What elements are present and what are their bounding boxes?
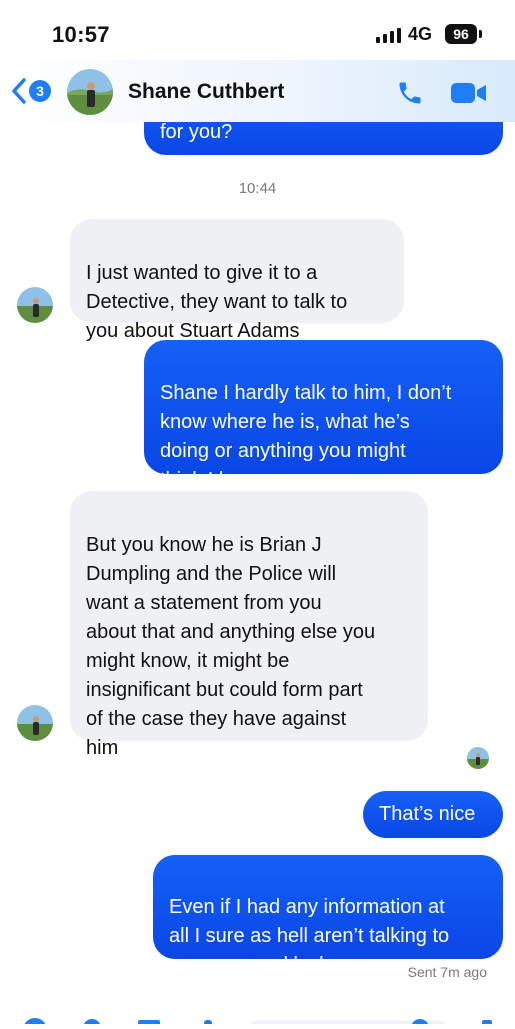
message-incoming[interactable]: But you know he is Brian J Dumpling and … bbox=[70, 491, 428, 759]
contact-name[interactable]: Shane Cuthbert bbox=[128, 80, 284, 104]
message-text: for you? bbox=[160, 121, 233, 143]
network-type: 4G bbox=[408, 24, 433, 44]
like-icon bbox=[482, 1020, 492, 1029]
composer-toolbar bbox=[0, 1010, 515, 1029]
video-camera-icon[interactable] bbox=[451, 82, 487, 104]
message-outgoing[interactable]: That’s nice bbox=[363, 791, 503, 838]
plus-icon bbox=[23, 1018, 47, 1029]
status-bar: 10:57 4G 96 bbox=[0, 0, 515, 60]
status-time: 10:57 bbox=[52, 22, 110, 47]
message-text: That’s nice bbox=[379, 803, 476, 825]
message-timestamp: 10:44 bbox=[238, 180, 277, 197]
chevron-left-icon bbox=[12, 78, 26, 104]
message-incoming[interactable]: I just wanted to give it to a Detective,… bbox=[70, 219, 404, 342]
message-text: I just wanted to give it to a Detective,… bbox=[86, 262, 348, 342]
signal-icon bbox=[376, 28, 401, 43]
read-receipt-avatar bbox=[467, 747, 489, 769]
avatar[interactable] bbox=[17, 287, 53, 323]
message-text: But you know he is Brian J Dumpling and … bbox=[86, 534, 376, 759]
phone-icon[interactable] bbox=[396, 79, 424, 107]
image-icon bbox=[138, 1020, 160, 1029]
message-outgoing[interactable]: Shane I hardly talk to him, I don’t know… bbox=[144, 340, 503, 491]
camera-icon bbox=[83, 1019, 101, 1029]
mic-icon bbox=[204, 1020, 212, 1029]
back-button[interactable]: 3 bbox=[10, 78, 51, 104]
message-text: Shane I hardly talk to him, I don’t know… bbox=[160, 382, 452, 491]
sent-status: Sent 7m ago bbox=[407, 964, 487, 980]
contact-avatar[interactable] bbox=[67, 69, 113, 115]
avatar[interactable] bbox=[17, 705, 53, 741]
conversation-header: 3 Shane Cuthbert bbox=[0, 60, 515, 122]
unread-count-badge: 3 bbox=[29, 80, 51, 102]
battery-icon: 96 bbox=[445, 24, 482, 44]
message-outgoing[interactable]: Even if I had any information at all I s… bbox=[153, 855, 503, 976]
